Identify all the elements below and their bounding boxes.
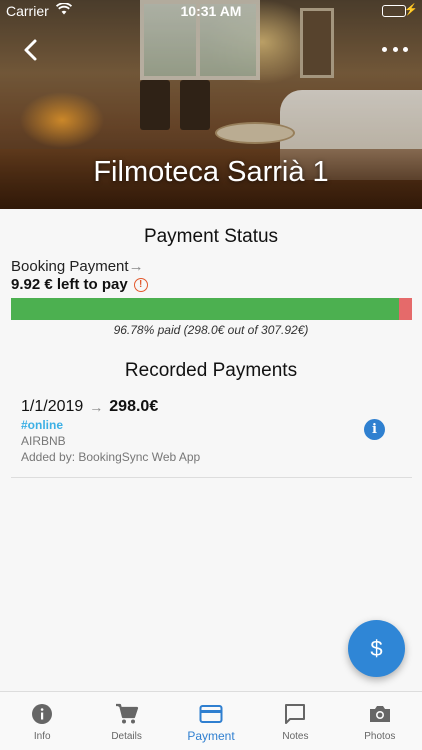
tab-label: Details <box>111 731 142 742</box>
recorded-payments-heading: Recorded Payments <box>124 360 298 381</box>
arrow-right-icon: → <box>128 258 144 275</box>
page-title: Filmoteca Sarrià 1 <box>93 156 329 188</box>
left-to-pay-label: 9.92 € left to pay <box>11 276 128 293</box>
dollar-icon: $ <box>370 636 383 661</box>
payment-item: 1/1/2019 → 298.0€ #online AIRBNB Added b… <box>21 398 401 464</box>
credit-card-icon <box>199 702 223 726</box>
camera-icon <box>368 702 392 726</box>
tab-info[interactable]: Info <box>0 692 84 750</box>
tab-details[interactable]: Details <box>84 692 168 750</box>
progress-text: 96.78% paid (298.0€ out of 307.92€) <box>113 323 309 337</box>
payment-amount: 298.0€ <box>109 398 159 415</box>
payment-status-heading: Payment Status <box>143 226 279 247</box>
paid-portion <box>11 298 400 320</box>
payment-progress-bar <box>11 298 412 320</box>
tab-label: Info <box>33 731 51 742</box>
tab-label: Notes <box>282 731 309 742</box>
charging-icon: ⚡ <box>404 4 418 16</box>
chevron-left-icon <box>24 39 37 61</box>
tab-bar: Info Details Payment Notes Photos <box>0 691 422 750</box>
status-bar: Carrier 10:31 AM ⚡ <box>0 0 422 22</box>
tab-payment[interactable]: Payment <box>169 692 253 750</box>
arrow-right-icon: → <box>89 399 104 415</box>
warning-icon: ! <box>133 277 148 292</box>
tab-label: Photos <box>364 731 396 742</box>
add-payment-button[interactable]: $ <box>348 620 405 677</box>
info-icon <box>30 702 54 726</box>
divider <box>11 477 412 478</box>
payment-date: 1/1/2019 <box>21 398 84 415</box>
tab-photos[interactable]: Photos <box>338 692 422 750</box>
clock: 10:31 AM <box>180 3 242 19</box>
payment-info-button[interactable]: i <box>364 419 385 440</box>
back-button[interactable] <box>18 36 46 64</box>
payment-tag: #online <box>21 418 64 432</box>
dot-icon <box>382 46 387 52</box>
tab-label: Payment <box>187 729 235 743</box>
dot-icon <box>392 46 398 52</box>
battery-icon <box>382 5 406 17</box>
chat-icon <box>283 702 307 726</box>
left-to-pay: 9.92 € left to pay ! <box>11 276 148 293</box>
cart-icon <box>115 702 139 726</box>
payment-added-by: Added by: BookingSync Web App <box>21 450 201 464</box>
dot-icon <box>403 46 408 52</box>
payment-source: AIRBNB <box>21 434 66 448</box>
booking-payment-label: Booking Payment <box>11 258 129 275</box>
more-options-button[interactable] <box>382 40 408 58</box>
booking-payment-link[interactable]: Booking Payment→ <box>11 258 144 275</box>
tab-notes[interactable]: Notes <box>253 692 337 750</box>
